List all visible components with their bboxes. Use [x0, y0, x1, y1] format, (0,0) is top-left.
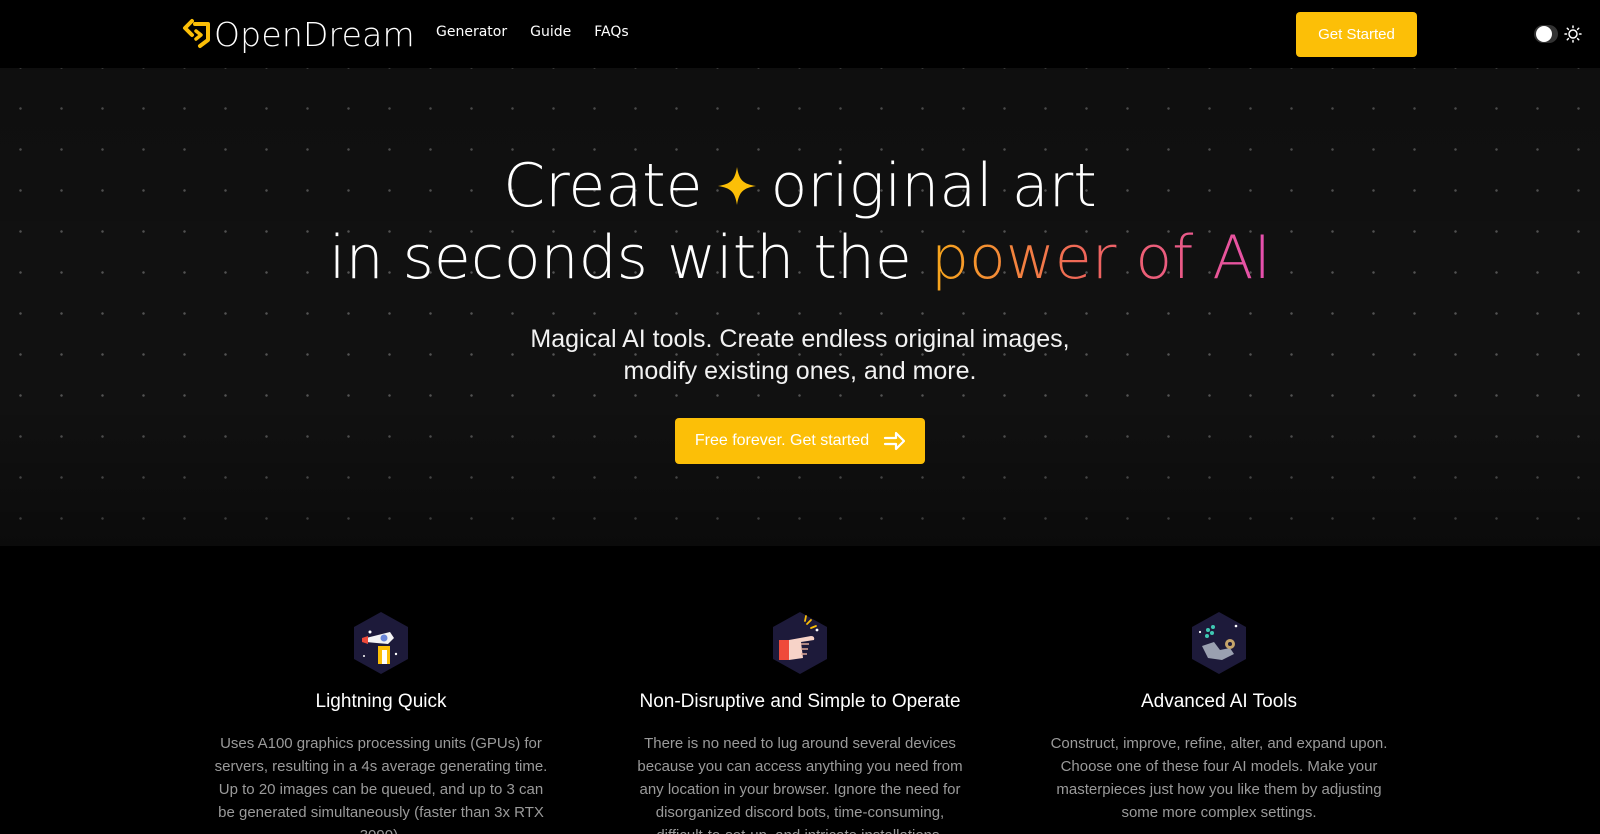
hero-headline: Create original art in seconds with the …	[0, 150, 1600, 294]
headline-part2: original art	[770, 151, 1097, 221]
pointing-hand-icon	[773, 612, 827, 674]
subtitle-line-1: Magical AI tools. Create endless origina…	[530, 325, 1070, 353]
logo-text: OpenDream	[214, 14, 415, 54]
feature-description: There is no need to lug around several d…	[637, 735, 963, 834]
sun-icon	[1564, 25, 1582, 43]
free-get-started-button[interactable]: Free forever. Get started	[675, 418, 925, 464]
toggle-knob	[1536, 26, 1552, 42]
theme-toggle[interactable]	[1534, 24, 1586, 44]
feature-title: Advanced AI Tools	[1141, 691, 1297, 712]
hero-subtitle: Magical AI tools. Create endless origina…	[0, 323, 1600, 387]
arrow-right-icon	[884, 431, 906, 451]
sparkle-icon	[717, 166, 756, 205]
top-navbar: OpenDream Generator Guide FAQs Get Start…	[0, 0, 1600, 68]
feature-title: Lightning Quick	[315, 691, 447, 712]
headline-highlight: power of AI	[930, 223, 1272, 293]
cta-label: Free forever. Get started	[694, 432, 870, 449]
nav-guide[interactable]: Guide	[530, 24, 571, 40]
subtitle-line-2: modify existing ones, and more.	[623, 357, 977, 385]
feature-description: Uses A100 graphics processing units (GPU…	[214, 735, 548, 834]
main-nav: Generator Guide FAQs	[436, 24, 629, 40]
robot-arm-icon	[1192, 612, 1246, 674]
feature-non-disruptive: Non-Disruptive and Simple to Operate The…	[630, 610, 970, 834]
feature-advanced-ai-tools: Advanced AI Tools Construct, improve, re…	[1049, 610, 1389, 824]
headline-part3: in seconds with the	[328, 223, 912, 293]
get-started-button[interactable]: Get Started	[1296, 12, 1417, 57]
features-section: Lightning Quick Uses A100 graphics proce…	[0, 546, 1600, 834]
nav-faqs[interactable]: FAQs	[594, 24, 628, 40]
rocket-icon	[354, 612, 408, 674]
opendream-logo-icon	[183, 19, 210, 48]
feature-lightning-quick: Lightning Quick Uses A100 graphics proce…	[211, 610, 551, 834]
hero-overlay	[0, 68, 1600, 546]
feature-description: Construct, improve, refine, alter, and e…	[1050, 735, 1388, 821]
headline-part1: Create	[503, 151, 703, 221]
toggle-track[interactable]	[1534, 25, 1558, 43]
nav-generator[interactable]: Generator	[436, 24, 507, 40]
logo[interactable]: OpenDream	[182, 14, 415, 54]
feature-title: Non-Disruptive and Simple to Operate	[639, 691, 961, 712]
